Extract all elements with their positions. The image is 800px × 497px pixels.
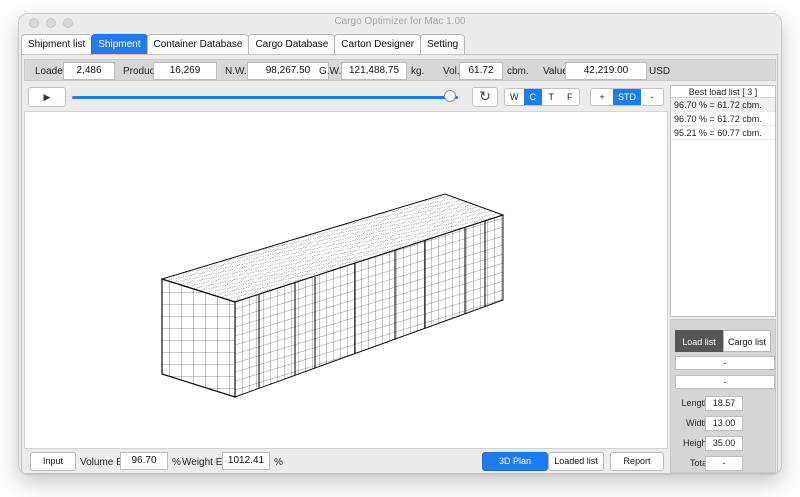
percent-unit: %: [172, 457, 181, 468]
view-c-button[interactable]: C: [523, 89, 542, 105]
kg-unit: kg.: [411, 66, 425, 77]
total-value: -: [705, 456, 743, 471]
zoom-selector: + STD -: [590, 88, 664, 106]
height-value: 35.00: [705, 436, 743, 451]
gw-value: 121,488.75: [341, 62, 407, 80]
percent-unit: %: [274, 457, 283, 468]
loaded-value: 2,486: [63, 62, 115, 80]
load-details-panel: Load list Cargo list - - Length 18.57 Wi…: [670, 319, 776, 473]
play-button[interactable]: ▶: [28, 87, 66, 107]
title-bar: Cargo Optimizer for Mac 1.00: [19, 14, 781, 30]
tab-load-list[interactable]: Load list: [675, 330, 723, 352]
nw-label: N.W.: [225, 66, 247, 77]
width-value: 13.00: [705, 416, 743, 431]
cbm-unit: cbm.: [507, 66, 529, 77]
tab-container-database[interactable]: Container Database: [146, 34, 250, 55]
bottom-bar: Input Volume Eff. 96.70 % Weight Eff. 10…: [24, 451, 668, 473]
zoom-out-button[interactable]: -: [641, 89, 663, 105]
refresh-button[interactable]: ↻: [472, 87, 498, 107]
vol-value: 61.72: [459, 62, 503, 80]
playback-toolbar: ▶ ↻ W C T F + STD -: [24, 85, 668, 109]
animation-slider-track[interactable]: [72, 96, 458, 99]
view-selector: W C T F: [504, 88, 580, 106]
refresh-icon: ↻: [479, 88, 491, 104]
best-load-item[interactable]: 96.70 % = 61.72 cbm.: [671, 98, 775, 112]
view-t-button[interactable]: T: [542, 89, 561, 105]
view-w-button[interactable]: W: [505, 89, 524, 105]
report-button[interactable]: Report: [610, 452, 664, 471]
main-tabs: Shipment list Shipment Container Databas…: [21, 34, 466, 55]
shipment-panel: Loaded 2,486 Product 16,269 N.W. 98,267.…: [21, 54, 778, 474]
volume-eff-value: 96.70: [120, 452, 168, 470]
product-value: 16,269: [153, 62, 217, 80]
tab-shipment[interactable]: Shipment: [91, 34, 148, 55]
input-button[interactable]: Input: [30, 452, 76, 471]
usd-unit: USD: [649, 66, 671, 77]
container-3d-render: [160, 193, 505, 398]
nw-value: 98,267.50: [247, 62, 329, 80]
play-icon: ▶: [43, 92, 51, 102]
tab-setting[interactable]: Setting: [420, 34, 466, 55]
app-window: Cargo Optimizer for Mac 1.00 Shipment li…: [18, 13, 782, 475]
tab-shipment-list[interactable]: Shipment list: [21, 34, 93, 55]
animation-slider-knob[interactable]: [444, 90, 457, 102]
detail-field-2[interactable]: -: [675, 375, 775, 389]
vol-label: Vol.: [443, 66, 460, 77]
best-load-list-title: Best load list [ 3 ]: [671, 86, 775, 98]
value-amount: 42,219.00: [565, 62, 647, 80]
3d-plan-button[interactable]: 3D Plan: [482, 452, 548, 471]
weight-eff-value: 1012.41: [222, 452, 270, 470]
view-f-button[interactable]: F: [560, 89, 579, 105]
tab-cargo-database[interactable]: Cargo Database: [248, 34, 336, 55]
window-title: Cargo Optimizer for Mac 1.00: [334, 16, 466, 27]
tab-carton-designer[interactable]: Carton Designer: [334, 34, 422, 55]
summary-bar: Loaded 2,486 Product 16,269 N.W. 98,267.…: [24, 59, 776, 81]
zoom-std-button[interactable]: STD: [613, 89, 641, 105]
length-value: 18.57: [705, 396, 743, 411]
detail-field-1[interactable]: -: [675, 356, 775, 370]
loaded-list-button[interactable]: Loaded list: [548, 452, 604, 471]
best-load-item[interactable]: 95.21 % = 60.77 cbm.: [671, 126, 775, 140]
best-load-list: Best load list [ 3 ] 96.70 % = 61.72 cbm…: [670, 85, 776, 317]
tab-cargo-list[interactable]: Cargo list: [723, 330, 771, 352]
gw-label: G.W.: [319, 66, 342, 77]
zoom-in-button[interactable]: +: [591, 89, 613, 105]
list-tabs: Load list Cargo list: [675, 330, 771, 352]
3d-plan-viewport[interactable]: [24, 111, 668, 449]
best-load-item[interactable]: 96.70 % = 61.72 cbm.: [671, 112, 775, 126]
